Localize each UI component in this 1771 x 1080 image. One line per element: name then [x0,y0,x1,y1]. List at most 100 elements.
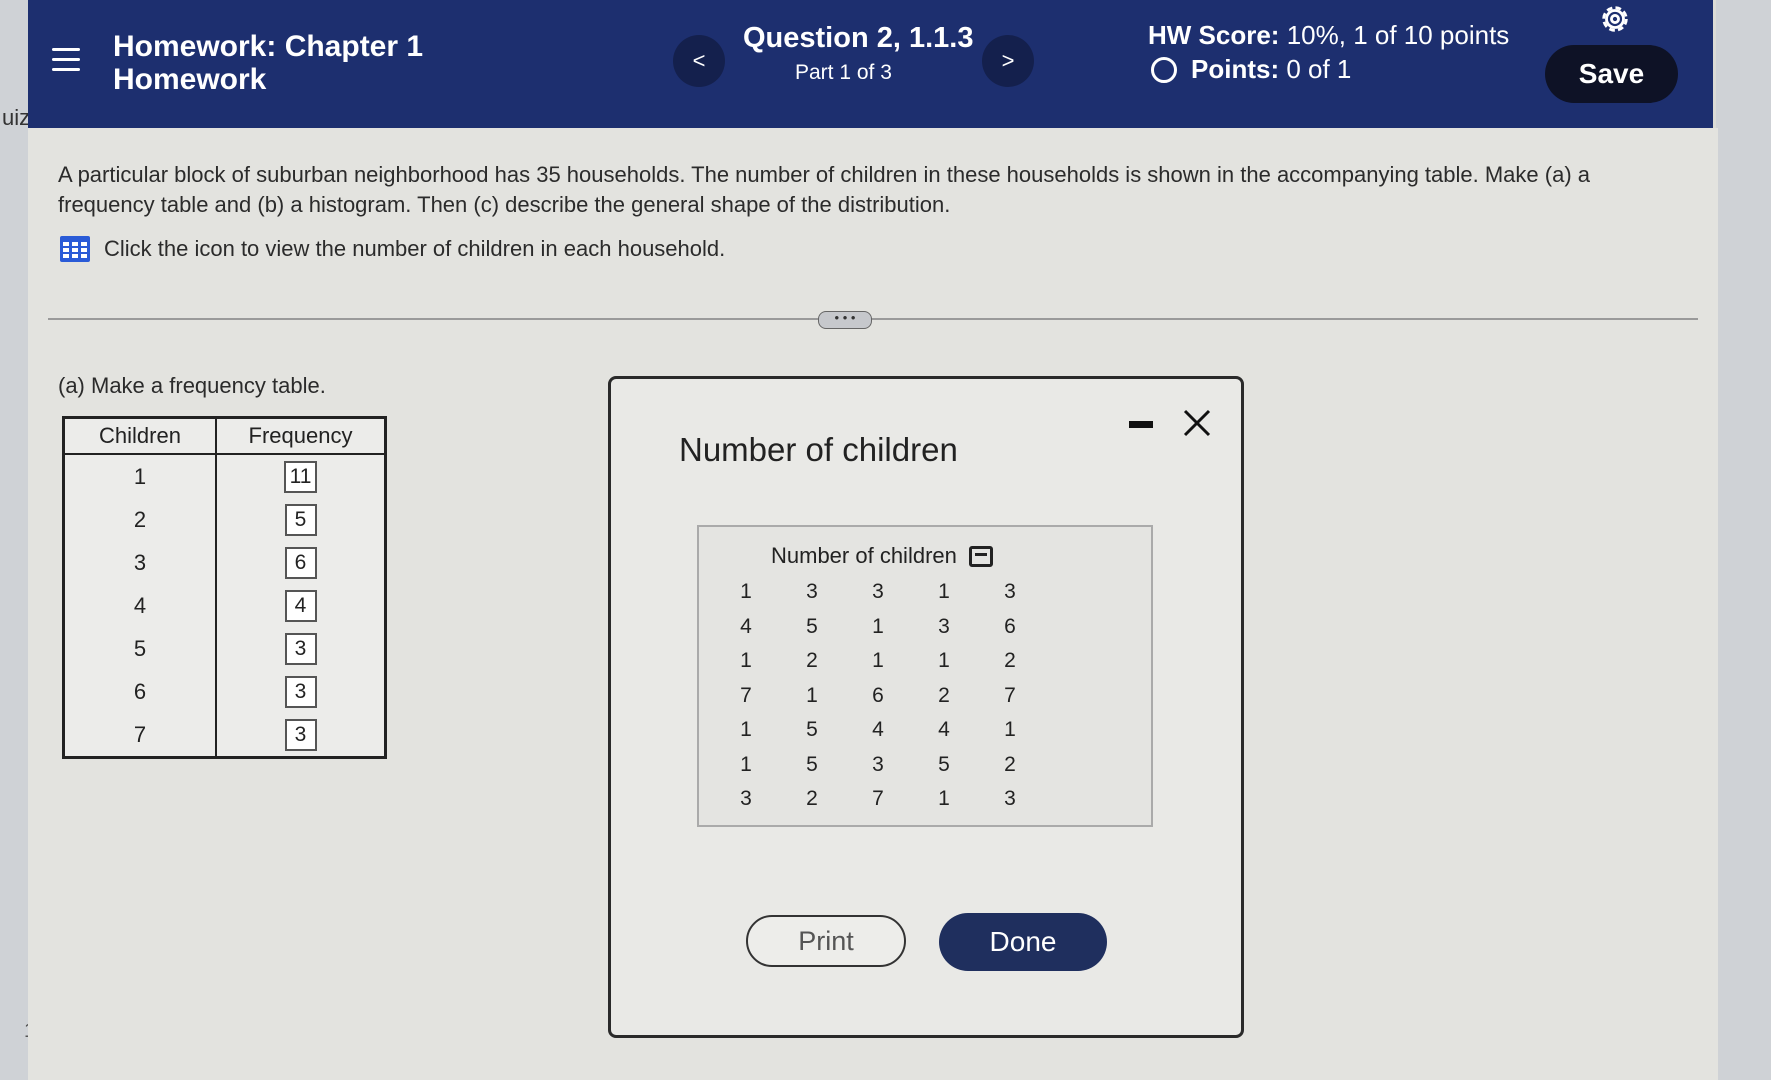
frequency-cell: 3 [215,713,387,758]
frequency-answer-box[interactable]: 6 [284,546,317,579]
data-grid-cell: 1 [938,649,950,673]
data-grid-row: 7 1 6 2 7 [713,679,1043,714]
children-column-header: Children [62,416,217,455]
data-grid-row: 1 5 4 4 1 [713,713,1043,748]
table-grid-icon[interactable] [60,236,90,262]
data-table-link[interactable]: Click the icon to view the number of chi… [60,236,725,262]
minimize-icon[interactable] [1129,421,1153,428]
data-grid-cell: 7 [872,787,884,811]
data-grid-cell: 6 [872,683,884,707]
gear-icon[interactable] [1598,2,1632,36]
data-link-text[interactable]: Click the icon to view the number of chi… [104,236,725,262]
data-grid-cell: 2 [1004,752,1016,776]
data-grid-cell: 4 [872,718,884,742]
number-of-children-dialog: Number of children Number of children 1 3… [608,376,1244,1038]
data-grid-row: 1 2 1 1 2 [713,644,1043,679]
children-data-box: Number of children 1 3 3 1 3 4 5 1 3 6 1 2 1 1 2 7 1 6 2 7 1… [697,525,1153,827]
children-cell: 1 [62,454,217,498]
top-header: Homework: Chapter 1 Homework < Question … [28,0,1713,128]
data-grid-cell: 2 [806,787,818,811]
hw-score: HW Score: 10%, 1 of 10 points [1148,20,1509,51]
close-icon[interactable] [1181,407,1213,439]
status-circle-icon [1151,56,1177,83]
frequency-answer-box[interactable]: 5 [284,503,317,536]
frequency-table-row: 25 [62,498,387,541]
data-grid-cell: 2 [938,683,950,707]
data-grid-cell: 4 [938,718,950,742]
frequency-cell: 11 [215,454,387,498]
data-grid-cell: 3 [872,580,884,604]
data-grid-cell: 1 [1004,718,1016,742]
frequency-table-row: 73 [62,713,387,758]
data-grid-cell: 5 [806,614,818,638]
frequency-table-row: 53 [62,627,387,670]
children-cell: 3 [62,541,217,584]
points-status: Points: 0 of 1 [1151,54,1351,85]
save-button[interactable]: Save [1545,45,1678,103]
frequency-cell: 3 [215,627,387,670]
hamburger-menu-icon[interactable] [52,48,80,76]
data-grid-cell: 1 [938,580,950,604]
question-text: A particular block of suburban neighborh… [58,162,1590,217]
children-cell: 5 [62,627,217,670]
frequency-table-row: 1 11 [62,454,387,498]
part-a-label: (a) Make a frequency table. [58,373,326,398]
children-cell: 4 [62,584,217,627]
copy-data-icon[interactable] [968,545,993,567]
expand-button[interactable]: • • • [818,311,872,329]
hw-score-label: HW Score: [1148,20,1280,50]
hw-score-value: 10%, 1 of 10 points [1286,20,1510,50]
data-grid-row: 4 5 1 3 6 [713,610,1043,645]
data-grid-cell: 1 [806,683,818,707]
data-grid-cell: 4 [740,614,752,638]
data-grid-cell: 1 [740,580,752,604]
previous-question-button[interactable]: < [673,35,725,87]
data-grid-cell: 7 [1004,683,1016,707]
frequency-answer-box[interactable]: 3 [284,718,317,751]
data-grid-cell: 2 [806,649,818,673]
done-button[interactable]: Done [939,913,1107,971]
question-title: Question 2, 1.1.3 [743,22,974,54]
print-button[interactable]: Print [746,915,906,967]
frequency-answer-box[interactable]: 3 [284,675,317,708]
data-grid-cell: 1 [740,752,752,776]
points-value: 0 of 1 [1286,54,1352,84]
next-question-button[interactable]: > [982,35,1034,87]
homework-title-line2: Homework [113,63,267,96]
data-grid-cell: 6 [1004,614,1016,638]
partial-quiz-label: uiz [2,105,31,130]
data-grid-cell: 1 [740,718,752,742]
dialog-title: Number of children [679,431,958,468]
data-grid-cell: 3 [938,614,950,638]
data-grid-cell: 1 [938,787,950,811]
frequency-table-row: 44 [62,584,387,627]
frequency-answer-box[interactable]: 11 [283,460,318,493]
question-part: Part 1 of 3 [795,61,892,84]
frequency-table-row: 36 [62,541,387,584]
frequency-table: Children Frequency 1 11 2 5 3 6 4 4 5 3 6 3 7 3 [62,416,387,759]
data-grid-cell: 7 [740,683,752,707]
data-grid-cell: 1 [872,614,884,638]
data-caption-text: Number of children [771,543,957,568]
frequency-cell: 5 [215,498,387,541]
data-grid-cell: 5 [938,752,950,776]
data-grid-cell: 1 [872,649,884,673]
data-grid-cell: 2 [1004,649,1016,673]
frequency-cell: 6 [215,541,387,584]
children-cell: 6 [62,670,217,713]
data-grid-cell: 3 [1004,787,1016,811]
homework-title: Homework: Chapter 1 Homework [113,30,423,96]
data-grid-cell: 3 [806,580,818,604]
children-data-grid: 1 3 3 1 3 4 5 1 3 6 1 2 1 1 2 7 1 6 2 7 1 5 4 4 1 1 5 3 5 2 3 2 7 1 3 [713,575,1043,817]
data-grid-row: 1 5 3 5 2 [713,748,1043,783]
data-grid-cell: 1 [740,649,752,673]
points-label: Points: [1191,54,1280,84]
frequency-column-header: Frequency [215,416,387,455]
data-caption: Number of children [771,543,993,569]
data-grid-cell: 3 [1004,580,1016,604]
frequency-answer-box[interactable]: 3 [284,632,317,665]
data-grid-cell: 5 [806,752,818,776]
frequency-answer-box[interactable]: 4 [284,589,317,622]
frequency-table-row: 63 [62,670,387,713]
data-grid-row: 3 2 7 1 3 [713,782,1043,817]
